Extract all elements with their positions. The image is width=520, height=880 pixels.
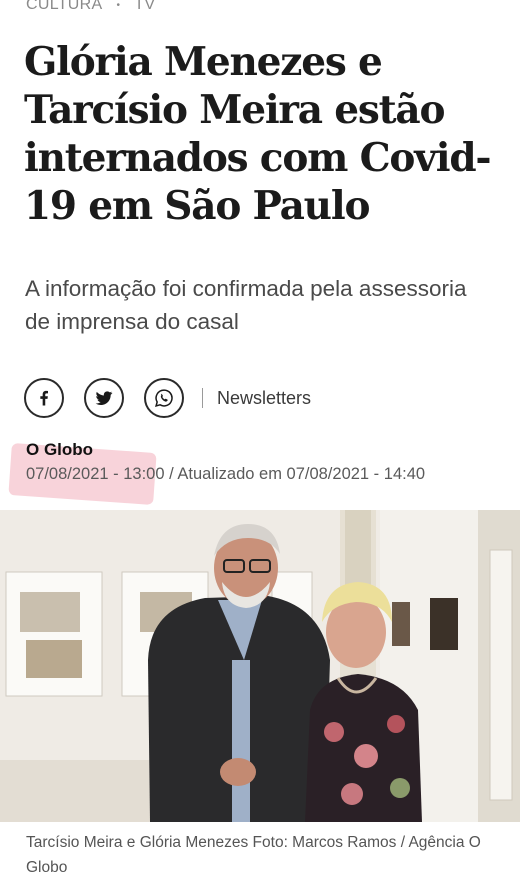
article-subtitle: A informação foi confirmada pela assesso… xyxy=(25,276,467,334)
kicker-separator: • xyxy=(116,0,121,11)
byline-author[interactable]: O Globo xyxy=(26,440,93,460)
photo-caption: Tarcísio Meira e Glória Menezes Foto: Ma… xyxy=(26,834,481,876)
share-divider xyxy=(202,388,203,408)
twitter-icon xyxy=(95,391,113,405)
whatsapp-icon xyxy=(155,389,173,407)
whatsapp-share-button[interactable] xyxy=(144,378,184,418)
facebook-icon xyxy=(40,390,48,406)
couple-photo-illustration xyxy=(0,510,520,822)
twitter-share-button[interactable] xyxy=(84,378,124,418)
article-headline: Glória Menezes e Tarcísio Meira estão in… xyxy=(24,39,492,229)
share-bar: Newsletters xyxy=(24,377,311,419)
newsletters-link[interactable]: Newsletters xyxy=(217,388,311,409)
article-photo xyxy=(0,510,520,822)
publish-dates: 07/08/2021 - 13:00 / Atualizado em 07/08… xyxy=(26,465,426,483)
section-kicker: CULTURA • TV xyxy=(26,0,155,14)
section-link[interactable]: CULTURA xyxy=(26,0,102,14)
subsection-link[interactable]: TV xyxy=(134,0,155,14)
facebook-share-button[interactable] xyxy=(24,378,64,418)
